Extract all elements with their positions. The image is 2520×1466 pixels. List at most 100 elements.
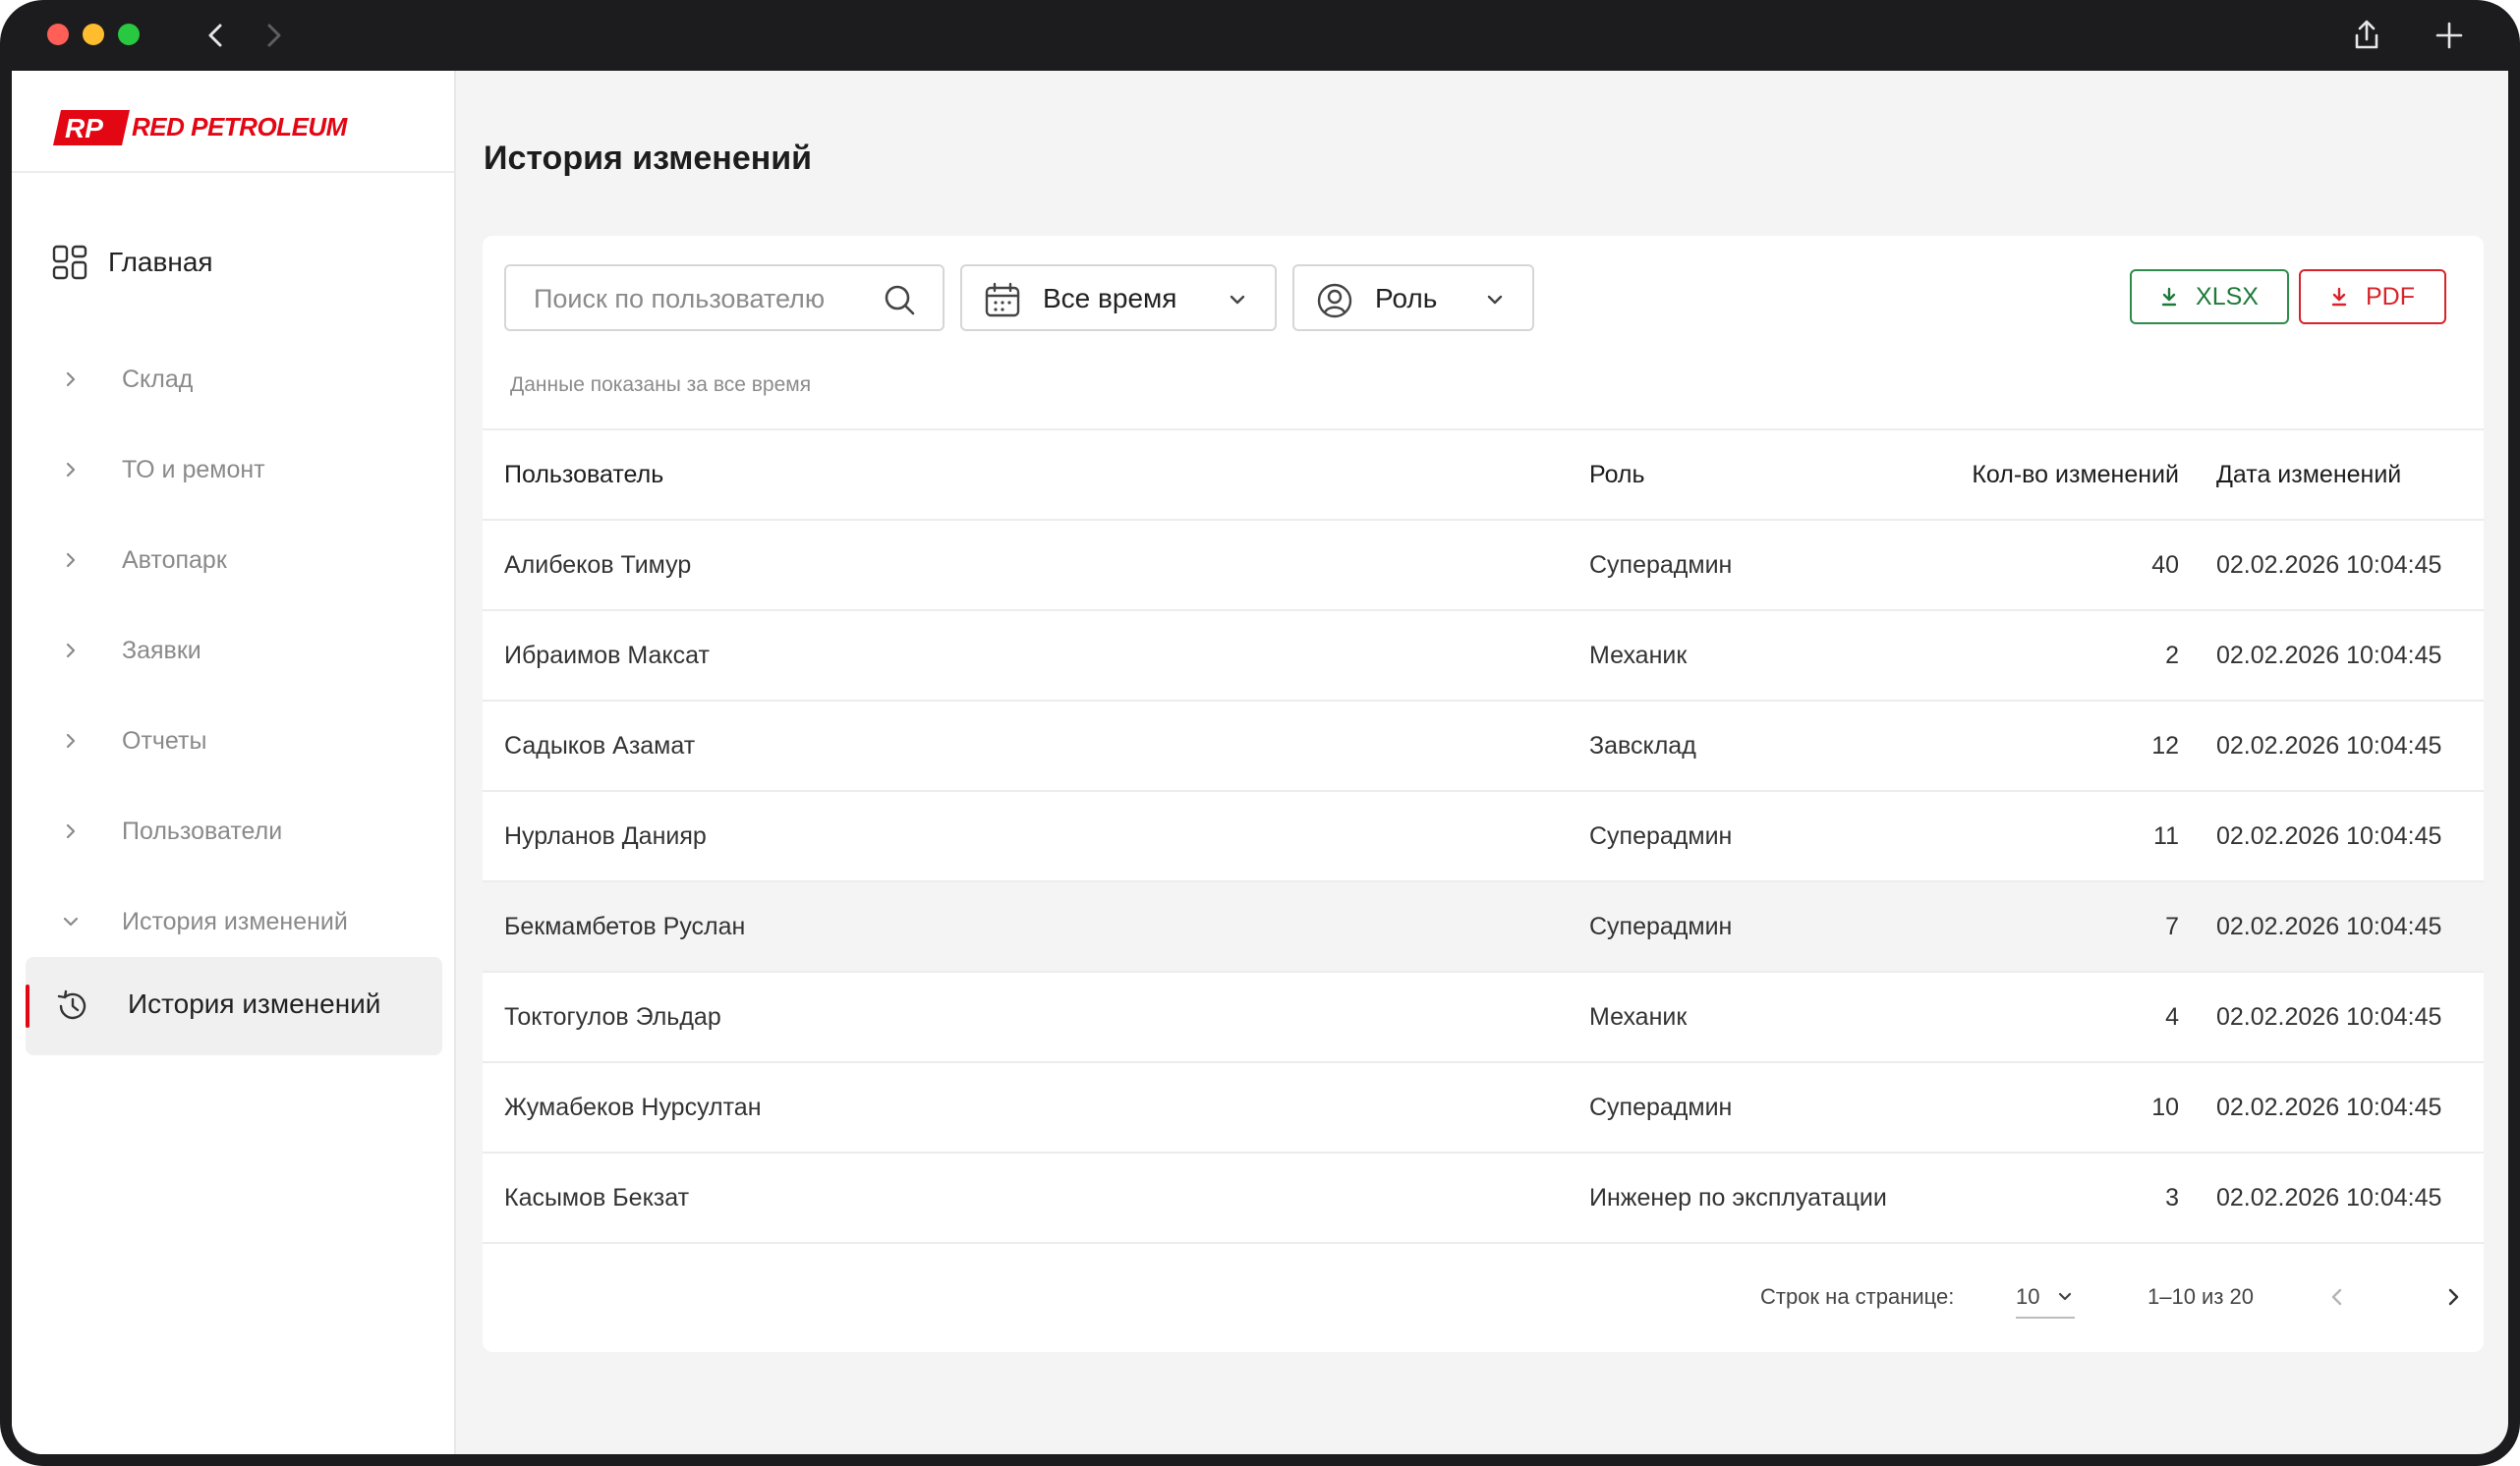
cell-date: 02.02.2026 10:04:45 (2216, 1094, 2442, 1121)
cell-role: Инженер по эксплуатации (1589, 1184, 1887, 1212)
chevron-down-icon (2058, 1292, 2072, 1301)
table-divider (483, 1242, 2484, 1244)
sidebar-item-label: ТО и ремонт (122, 455, 265, 483)
period-select[interactable]: Все время (960, 264, 1277, 331)
cell-user: Ибраимов Максат (504, 642, 710, 669)
cell-user: Садыков Азамат (504, 732, 696, 760)
logo[interactable]: RP RED PETROLEUM (12, 71, 454, 173)
sidebar-item-requests[interactable]: Заявки (61, 631, 201, 670)
cell-role: Механик (1589, 642, 1688, 669)
table-row[interactable]: Касымов Бекзат Инженер по эксплуатации 3… (483, 1152, 2484, 1242)
chevron-right-icon (66, 733, 76, 749)
sidebar-item-home[interactable]: Главная (51, 238, 213, 287)
cell-user: Жумабеков Нурсултан (504, 1094, 762, 1121)
sidebar-item-label: Пользователи (122, 817, 283, 845)
active-indicator (26, 985, 29, 1028)
cell-count: 2 (2165, 642, 2179, 669)
cell-user: Алибеков Тимур (504, 551, 692, 579)
sidebar-item-warehouse[interactable]: Склад (61, 360, 193, 399)
sidebar-item-users[interactable]: Пользователи (61, 812, 282, 851)
sidebar-item-label: История изменений (128, 988, 381, 1019)
sidebar-item-history-group[interactable]: История изменений (61, 902, 348, 941)
sidebar-item-fleet[interactable]: Автопарк (61, 540, 227, 580)
minimize-window-button[interactable] (83, 24, 104, 45)
sidebar-item-label: Отчеты (122, 726, 207, 755)
forward-arrow-icon[interactable] (254, 16, 293, 55)
column-header-date[interactable]: Дата изменений (2216, 430, 2401, 519)
close-window-button[interactable] (47, 24, 69, 45)
export-xlsx-button[interactable]: XLSX (2130, 269, 2289, 324)
rows-per-page-value: 10 (2016, 1284, 2040, 1309)
chevron-right-icon (66, 552, 76, 568)
export-pdf-button[interactable]: PDF (2299, 269, 2446, 324)
cell-role: Механик (1589, 1003, 1688, 1031)
cell-count: 40 (2151, 551, 2179, 579)
table-row[interactable]: Нурланов Данияр Суперадмин 11 02.02.2026… (483, 790, 2484, 880)
cell-count: 4 (2165, 1003, 2179, 1031)
pagination-range: 1–10 из 20 (2148, 1284, 2255, 1309)
chevron-right-icon (66, 823, 76, 839)
search-input[interactable] (532, 278, 870, 319)
column-header-count[interactable]: Кол-во изменений (1972, 430, 2179, 519)
chevron-down-icon (1230, 295, 1245, 305)
period-select-value: Все время (1043, 283, 1177, 313)
share-icon[interactable] (2347, 16, 2386, 55)
table-row[interactable]: Алибеков Тимур Суперадмин 40 02.02.2026 … (483, 519, 2484, 609)
sidebar-item-label: Автопарк (122, 545, 227, 574)
sidebar-item-label: Склад (122, 365, 194, 393)
cell-count: 11 (2153, 822, 2179, 850)
cell-role: Завсклад (1589, 732, 1696, 760)
window-titlebar (0, 0, 2520, 71)
cell-date: 02.02.2026 10:04:45 (2216, 913, 2442, 940)
history-table: Пользователь Роль Кол-во изменений Дата … (483, 428, 2484, 1244)
table-row[interactable]: Бекмамбетов Руслан Суперадмин 7 02.02.20… (483, 880, 2484, 971)
table-row[interactable]: Токтогулов Эльдар Механик 4 02.02.2026 1… (483, 971, 2484, 1061)
search-field[interactable] (504, 264, 945, 331)
new-tab-plus-icon[interactable] (2430, 16, 2469, 55)
dashboard-icon (52, 245, 87, 280)
role-select-value: Роль (1375, 283, 1438, 313)
brand-name: RED PETROLEUM (132, 112, 347, 141)
sidebar: RP RED PETROLEUM Главная Склад ТО и ремо… (12, 71, 456, 1454)
user-circle-icon (1317, 283, 1352, 318)
next-page-icon[interactable] (2438, 1277, 2468, 1317)
cell-user: Касымов Бекзат (504, 1184, 690, 1212)
cell-user: Нурланов Данияр (504, 822, 707, 850)
cell-date: 02.02.2026 10:04:45 (2216, 1184, 2442, 1212)
cell-date: 02.02.2026 10:04:45 (2216, 732, 2442, 760)
table-header-row: Пользователь Роль Кол-во изменений Дата … (483, 428, 2484, 519)
rows-per-page-select[interactable]: 10 (2016, 1277, 2075, 1319)
rows-per-page-label: Строк на странице: (1760, 1284, 1955, 1309)
export-xlsx-label: XLSX (2196, 282, 2259, 310)
export-pdf-label: PDF (2366, 282, 2415, 310)
back-arrow-icon[interactable] (197, 16, 236, 55)
history-icon (57, 989, 86, 1020)
column-header-user[interactable]: Пользователь (504, 430, 663, 519)
maximize-window-button[interactable] (118, 24, 140, 45)
cell-role: Суперадмин (1589, 551, 1733, 579)
chevron-right-icon (66, 371, 76, 387)
sidebar-item-maintenance[interactable]: ТО и ремонт (61, 450, 265, 489)
table-row[interactable]: Садыков Азамат Завсклад 12 02.02.2026 10… (483, 700, 2484, 790)
cell-count: 3 (2165, 1184, 2179, 1212)
page-title: История изменений (484, 140, 813, 177)
search-icon[interactable] (882, 282, 917, 317)
cell-role: Суперадмин (1589, 822, 1733, 850)
sidebar-item-history[interactable]: История изменений (26, 957, 442, 1055)
svg-text:RP: RP (65, 113, 103, 143)
cell-count: 12 (2151, 732, 2179, 760)
table-row[interactable]: Ибраимов Максат Механик 2 02.02.2026 10:… (483, 609, 2484, 700)
download-icon (2331, 287, 2347, 307)
table-row[interactable]: Жумабеков Нурсултан Суперадмин 10 02.02.… (483, 1061, 2484, 1152)
cell-date: 02.02.2026 10:04:45 (2216, 642, 2442, 669)
role-select[interactable]: Роль (1292, 264, 1534, 331)
calendar-icon (985, 282, 1020, 317)
sidebar-item-reports[interactable]: Отчеты (61, 721, 206, 761)
chevron-down-icon (1487, 295, 1503, 305)
cell-date: 02.02.2026 10:04:45 (2216, 551, 2442, 579)
device-frame: RP RED PETROLEUM Главная Склад ТО и ремо… (0, 0, 2520, 1466)
previous-page-icon[interactable] (2322, 1277, 2352, 1317)
cell-count: 7 (2165, 913, 2179, 940)
column-header-role[interactable]: Роль (1589, 430, 1645, 519)
cell-role: Суперадмин (1589, 913, 1733, 940)
